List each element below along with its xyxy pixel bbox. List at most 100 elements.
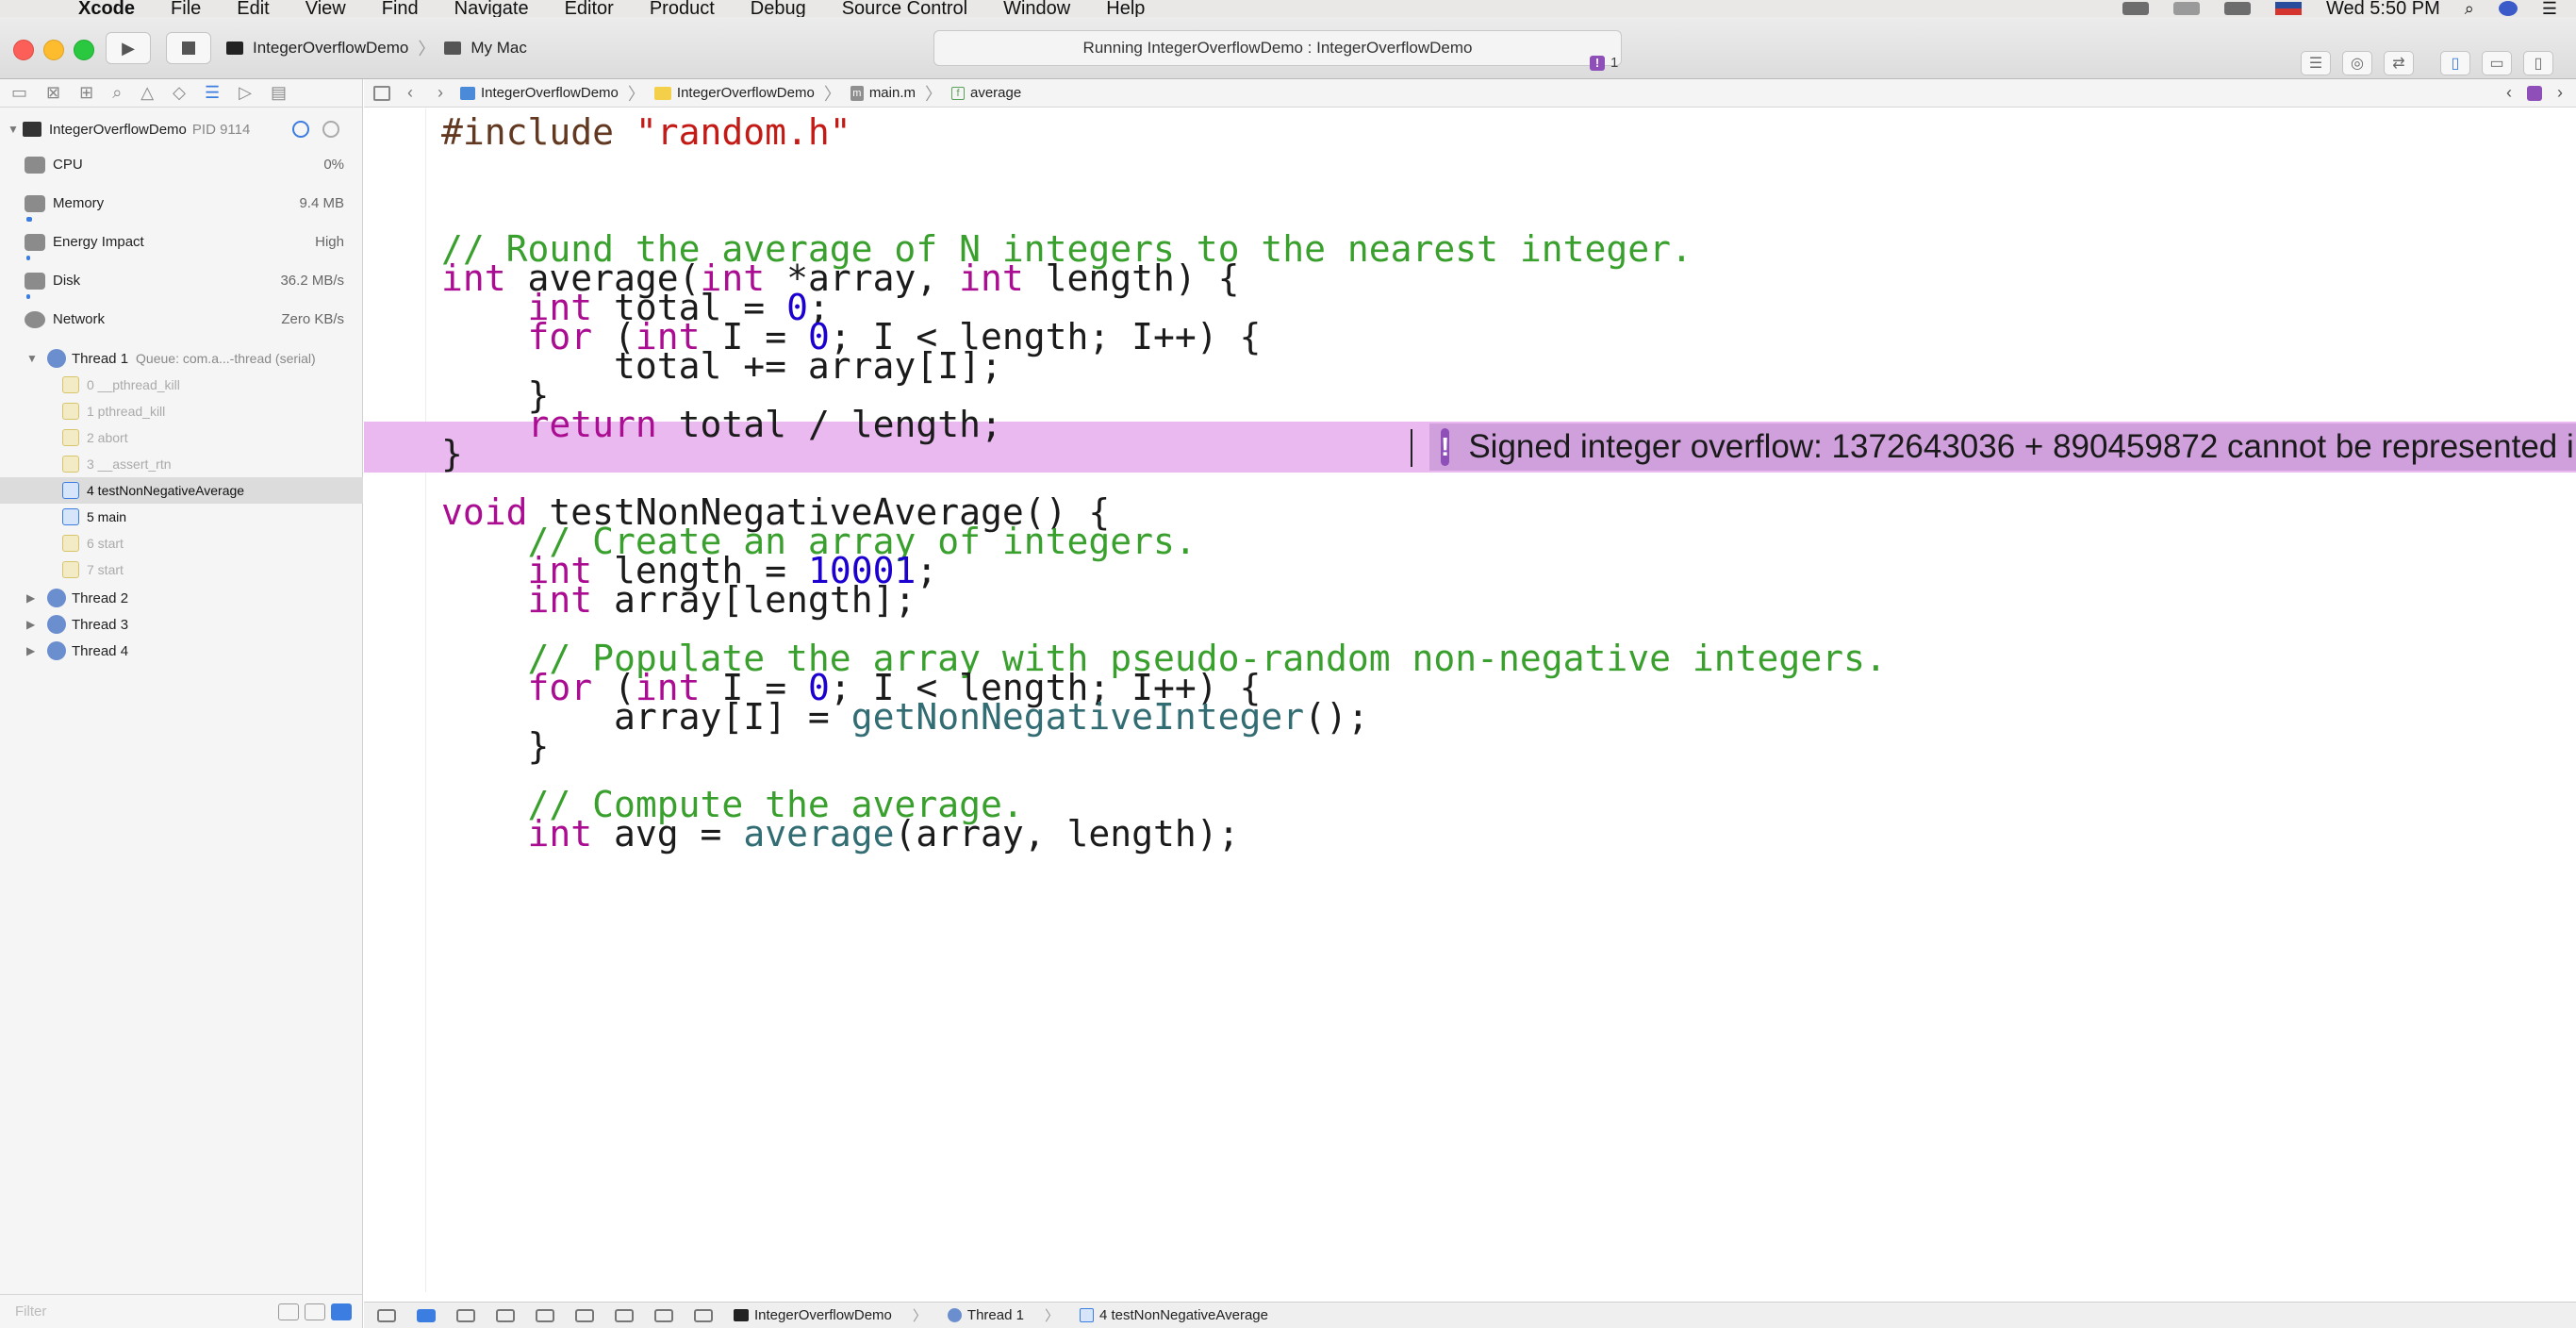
code-line[interactable]: return total / length;	[441, 399, 1002, 450]
code-line[interactable]: array[I] = getNonNegativeInteger();	[441, 691, 1369, 742]
run-button[interactable]: ▶	[106, 32, 151, 64]
breadcrumb-group[interactable]: IntegerOverflowDemo	[653, 85, 815, 101]
disclosure-open-icon[interactable]: ▼	[8, 123, 23, 136]
close-window-button[interactable]	[13, 40, 34, 60]
project-navigator-icon[interactable]: ▭	[11, 83, 27, 103]
breadcrumb-function[interactable]: f average	[951, 85, 1021, 101]
stack-frame-row[interactable]: 6 start	[0, 530, 363, 556]
menu-source-control[interactable]: Source Control	[824, 0, 985, 17]
gauge-disk[interactable]: Disk 36.2 MB/s	[0, 263, 363, 301]
disclosure-closed-icon[interactable]: ▶	[26, 618, 41, 631]
stack-frame-row[interactable]: 7 start	[0, 556, 363, 583]
thread-row-4[interactable]: ▶ Thread 4	[0, 638, 363, 664]
assistant-editor-button[interactable]: ◎	[2342, 51, 2372, 75]
issue-navigator-icon[interactable]: △	[140, 83, 154, 103]
next-issue-icon[interactable]: ›	[2557, 83, 2563, 103]
breadcrumb-project[interactable]: IntegerOverflowDemo	[460, 85, 619, 101]
step-into-icon[interactable]	[536, 1308, 554, 1322]
menu-window[interactable]: Window	[985, 0, 1088, 17]
battery-icon[interactable]	[2223, 2, 2251, 15]
code-line[interactable]: }	[441, 428, 463, 479]
menu-debug[interactable]: Debug	[733, 0, 824, 17]
menu-editor[interactable]: Editor	[547, 0, 632, 17]
menu-file[interactable]: File	[153, 0, 219, 17]
test-navigator-icon[interactable]: ◇	[173, 83, 186, 103]
line-gutter[interactable]	[364, 108, 426, 1292]
code-line[interactable]: int array[length];	[441, 574, 916, 625]
toggle-navigator-button[interactable]: ▯	[2440, 51, 2470, 75]
stack-frame-row[interactable]: 5 main	[0, 504, 363, 530]
debug-crumb-thread[interactable]: Thread 1	[947, 1307, 1024, 1323]
gauge-energy[interactable]: Energy Impact High	[0, 224, 363, 262]
gauge-memory[interactable]: Memory 9.4 MB	[0, 186, 363, 224]
airplay-icon[interactable]	[2122, 2, 2149, 15]
notification-center-icon[interactable]: ☰	[2542, 0, 2557, 17]
filter-field[interactable]: Filter	[15, 1303, 46, 1320]
menu-xcode[interactable]: Xcode	[60, 0, 153, 17]
code-line[interactable]: #include "random.h"	[441, 108, 851, 158]
gauge-cpu[interactable]: CPU 0%	[0, 147, 363, 185]
gauge-compass-icon[interactable]	[292, 121, 309, 138]
source-editor[interactable]: #include "random.h" // Round the average…	[364, 108, 2576, 1292]
memory-graph-icon[interactable]	[654, 1308, 673, 1322]
stack-frame-row-selected[interactable]: 4 testNonNegativeAverage	[0, 477, 363, 504]
zoom-window-button[interactable]	[74, 40, 94, 60]
hierarchy-navigator-icon[interactable]: ⊞	[79, 83, 93, 103]
toggle-debug-area-button[interactable]: ▭	[2482, 51, 2512, 75]
simulate-location-icon[interactable]	[694, 1308, 713, 1322]
disclosure-closed-icon[interactable]: ▶	[26, 591, 41, 605]
disclosure-closed-icon[interactable]: ▶	[26, 644, 41, 657]
filter-active-icon[interactable]	[331, 1303, 352, 1320]
siri-icon[interactable]	[2498, 1, 2518, 16]
issue-count-badge[interactable]: ! 1	[1590, 55, 1618, 71]
scheme-selector[interactable]: IntegerOverflowDemo 〉 My Mac	[226, 32, 830, 64]
back-arrow-icon[interactable]: ‹	[400, 83, 421, 103]
find-navigator-icon[interactable]: ⌕	[112, 83, 122, 103]
stack-frame-row[interactable]: 1 pthread_kill	[0, 398, 363, 424]
symbol-navigator-icon[interactable]: ⊠	[46, 83, 60, 103]
breakpoint-navigator-icon[interactable]: ▷	[239, 83, 252, 103]
menu-help[interactable]: Help	[1088, 0, 1163, 17]
previous-issue-icon[interactable]: ‹	[2506, 83, 2512, 103]
gauge-network[interactable]: Network Zero KB/s	[0, 302, 363, 340]
issue-indicator-icon[interactable]	[2527, 85, 2542, 101]
toggle-utilities-button[interactable]: ▯	[2523, 51, 2553, 75]
breadcrumb-file[interactable]: m main.m	[850, 85, 916, 101]
menu-find[interactable]: Find	[364, 0, 437, 17]
menu-edit[interactable]: Edit	[219, 0, 287, 17]
thread-row-3[interactable]: ▶ Thread 3	[0, 611, 363, 638]
report-navigator-icon[interactable]: ▤	[271, 83, 287, 103]
stack-frame-row[interactable]: 2 abort	[0, 424, 363, 451]
menu-product[interactable]: Product	[632, 0, 733, 17]
input-source-flag-icon[interactable]	[2274, 2, 2302, 15]
filter-system-icon[interactable]	[305, 1303, 325, 1320]
stop-button[interactable]	[166, 32, 211, 64]
wifi-icon[interactable]	[2172, 2, 2200, 15]
stack-frame-row[interactable]: 0 __pthread_kill	[0, 372, 363, 398]
stack-frame-row[interactable]: 3 __assert_rtn	[0, 451, 363, 477]
continue-icon[interactable]	[456, 1308, 475, 1322]
related-items-icon[interactable]	[373, 85, 390, 101]
forward-arrow-icon[interactable]: ›	[430, 83, 451, 103]
menu-view[interactable]: View	[288, 0, 364, 17]
spotlight-icon[interactable]: ⌕	[2465, 0, 2474, 17]
code-line[interactable]: }	[441, 721, 550, 772]
step-out-icon[interactable]	[575, 1308, 594, 1322]
breakpoints-toggle-icon[interactable]	[417, 1308, 436, 1322]
process-options-icon[interactable]	[322, 121, 339, 138]
menubar-clock[interactable]: Wed 5:50 PM	[2326, 0, 2440, 17]
thread-row-1[interactable]: ▼ Thread 1 Queue: com.a...-thread (seria…	[0, 345, 363, 372]
thread-row-2[interactable]: ▶ Thread 2	[0, 585, 363, 611]
minimize-window-button[interactable]	[43, 40, 64, 60]
hide-debug-area-icon[interactable]	[377, 1308, 396, 1322]
menu-navigate[interactable]: Navigate	[437, 0, 547, 17]
disclosure-open-icon[interactable]: ▼	[26, 352, 41, 365]
version-editor-button[interactable]: ⇄	[2384, 51, 2414, 75]
runtime-issue-annotation[interactable]: ! Signed integer overflow: 1372643036 + …	[1429, 423, 2576, 471]
debug-crumb-process[interactable]: IntegerOverflowDemo	[734, 1307, 892, 1323]
filter-crashed-icon[interactable]	[278, 1303, 299, 1320]
process-row[interactable]: ▼ IntegerOverflowDemo PID 9114	[0, 115, 363, 143]
code-line[interactable]: int avg = average(array, length);	[441, 808, 1240, 859]
debug-navigator-icon[interactable]: ☰	[205, 83, 220, 103]
standard-editor-button[interactable]: ☰	[2301, 51, 2331, 75]
